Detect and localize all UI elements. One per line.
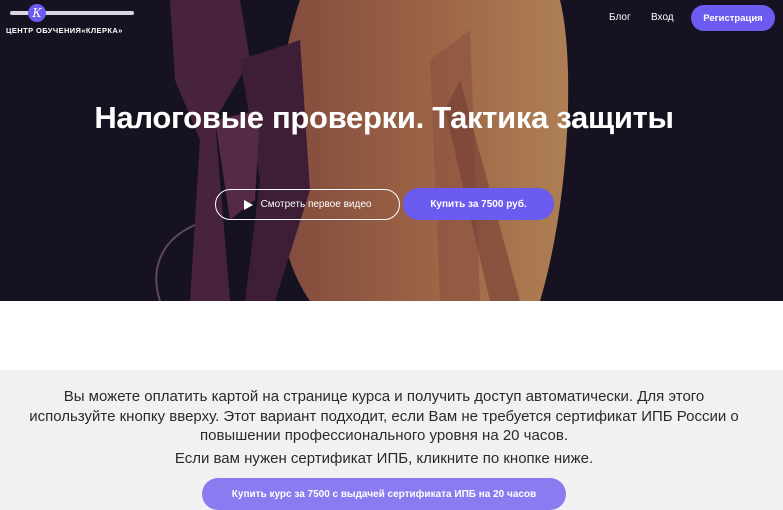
buy-with-certificate-button[interactable]: Купить курс за 7500 с выдачей сертификат… (202, 478, 566, 510)
logo-text: ЦЕНТР ОБУЧЕНИЯ«КЛЕРКА» (6, 26, 123, 35)
payment-info-line-3: повышении профессионального уровня на 20… (200, 427, 568, 444)
certificate-note-wrap: Если вам нужен сертификат ИПБ, кликните … (0, 449, 768, 469)
payment-info-line-1: Вы можете оплатить картой на странице ку… (63, 388, 705, 405)
watch-video-label: Смотреть первое видео (260, 199, 372, 210)
hero-illustration (0, 0, 783, 301)
watch-video-button[interactable]: Смотреть первое видео (215, 189, 400, 220)
nav-blog-link[interactable]: Блог (609, 12, 631, 23)
certificate-note: Если вам нужен сертификат ИПБ, кликните … (174, 450, 594, 467)
payment-info-line-2: используйте кнопку вверху. Этот вариант … (29, 407, 739, 425)
logo[interactable]: К ЦЕНТР ОБУЧЕНИЯ«КЛЕРКА» (6, 4, 136, 36)
nav-login-link[interactable]: Вход (651, 12, 674, 23)
hero-section: К ЦЕНТР ОБУЧЕНИЯ«КЛЕРКА» Блог Вход Регис… (0, 0, 783, 301)
payment-info-text: Вы можете оплатить картой на странице ку… (0, 387, 768, 446)
play-icon (243, 199, 253, 210)
register-button[interactable]: Регистрация (691, 5, 775, 31)
payment-info-section: Вы можете оплатить картой на странице ку… (0, 370, 783, 510)
page-title: Налоговые проверки. Тактика защиты (94, 100, 674, 135)
buy-course-button[interactable]: Купить за 7500 руб. (403, 188, 554, 220)
logo-mark-icon: К (28, 4, 46, 22)
